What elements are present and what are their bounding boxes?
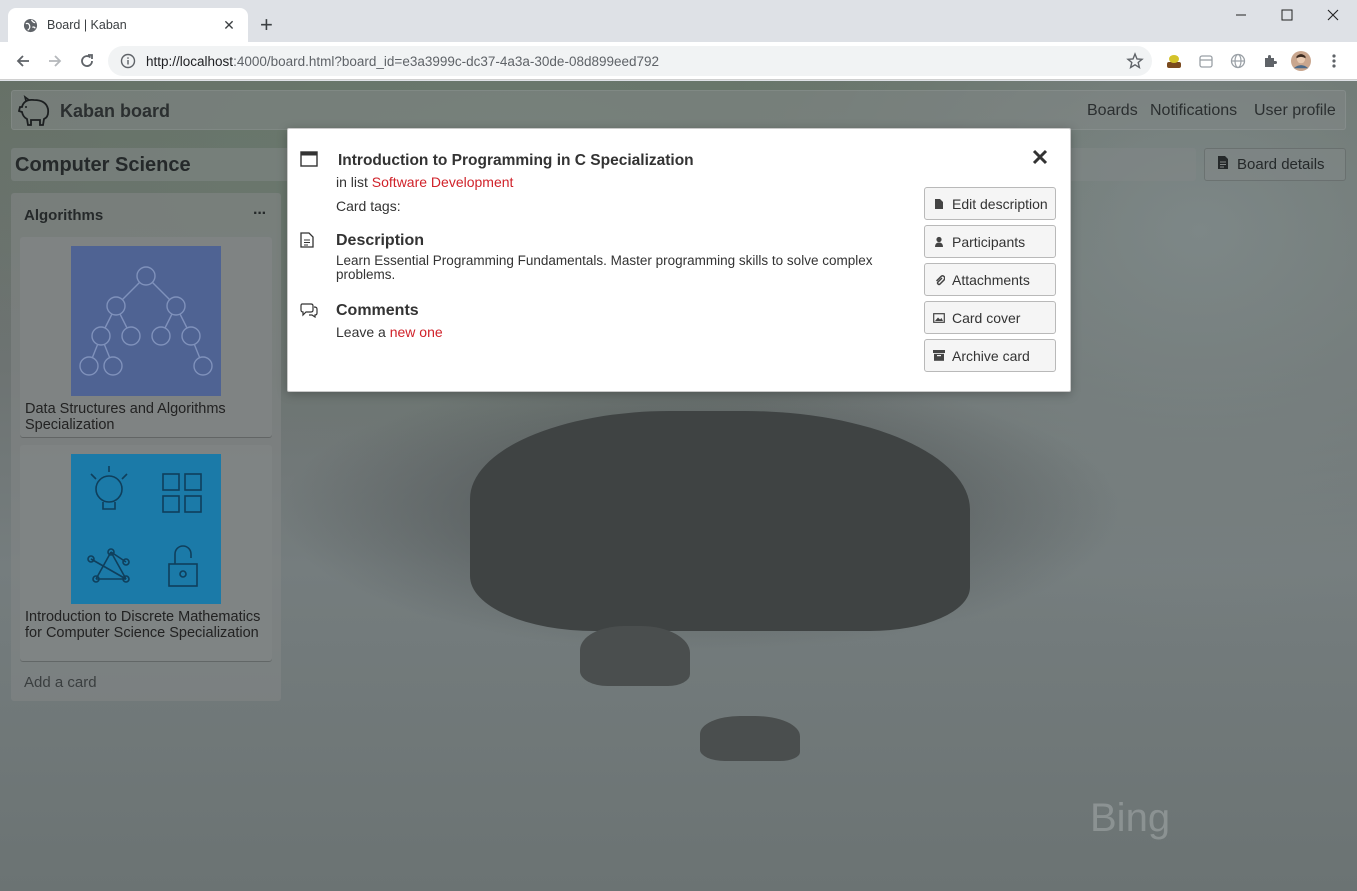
nav-boards[interactable]: Boards bbox=[1087, 102, 1138, 120]
description-heading: Description bbox=[336, 232, 425, 249]
list-link[interactable]: Software Development bbox=[372, 174, 514, 190]
maximize-icon[interactable] bbox=[1264, 0, 1310, 30]
bing-watermark: Bing bbox=[1090, 796, 1171, 840]
archive-card-button[interactable]: Archive card bbox=[924, 339, 1056, 372]
background-rock bbox=[700, 716, 800, 761]
card-cover-button[interactable]: Card cover bbox=[924, 301, 1056, 334]
new-tab-button[interactable]: + bbox=[260, 14, 273, 36]
card-tags-label: Card tags: bbox=[336, 198, 401, 214]
tab-close-icon[interactable]: ✕ bbox=[220, 17, 238, 34]
list-column: Algorithms ··· Data Structures and Algor… bbox=[11, 193, 281, 701]
close-icon[interactable] bbox=[1032, 149, 1050, 167]
browser-tab[interactable]: Board | Kaban ✕ bbox=[8, 8, 248, 42]
leave-comment-text: Leave a new one bbox=[336, 324, 443, 340]
minimize-icon[interactable] bbox=[1218, 0, 1264, 30]
list-card[interactable]: Introduction to Discrete Mathematics for… bbox=[20, 445, 272, 661]
paperclip-icon bbox=[933, 274, 945, 286]
attachments-button[interactable]: Attachments bbox=[924, 263, 1056, 296]
file-icon bbox=[933, 198, 945, 210]
site-info-icon[interactable] bbox=[120, 53, 136, 69]
tab-title: Board | Kaban bbox=[47, 18, 127, 32]
add-card-button[interactable]: Add a card bbox=[24, 674, 97, 691]
url-text: http://localhost:4000/board.html?board_i… bbox=[146, 53, 660, 69]
edit-description-button[interactable]: Edit description bbox=[924, 187, 1056, 220]
description-doc-icon bbox=[300, 232, 318, 250]
user-icon bbox=[933, 236, 945, 248]
list-title[interactable]: Algorithms bbox=[24, 207, 103, 224]
browser-tabstrip: Board | Kaban ✕ + bbox=[0, 0, 1357, 42]
extension-globe-icon[interactable] bbox=[1228, 51, 1248, 71]
bookmark-star-icon[interactable] bbox=[1126, 52, 1144, 70]
image-icon bbox=[933, 312, 945, 324]
card-window-icon bbox=[300, 151, 318, 169]
list-menu-icon[interactable]: ··· bbox=[253, 205, 267, 223]
tree-cover-icon bbox=[71, 246, 221, 396]
browser-toolbar: http://localhost:4000/board.html?board_i… bbox=[0, 42, 1357, 80]
archive-icon bbox=[933, 350, 945, 362]
back-arrow-icon[interactable] bbox=[11, 49, 35, 73]
kaban-logo-icon[interactable] bbox=[17, 95, 52, 127]
board-details-button[interactable]: Board details bbox=[1204, 148, 1346, 181]
comments-icon bbox=[300, 302, 318, 320]
card-title: Data Structures and Algorithms Specializ… bbox=[25, 401, 226, 433]
board-details-label: Board details bbox=[1237, 156, 1325, 173]
app-brand[interactable]: Kaban board bbox=[60, 101, 170, 122]
profile-avatar[interactable] bbox=[1291, 51, 1311, 71]
extension-plant-icon[interactable] bbox=[1164, 51, 1184, 71]
document-icon bbox=[1217, 155, 1229, 174]
nav-notifications[interactable]: Notifications bbox=[1150, 102, 1237, 120]
close-window-icon[interactable] bbox=[1310, 0, 1356, 30]
reload-icon[interactable] bbox=[75, 49, 99, 73]
nav-user-profile[interactable]: User profile bbox=[1254, 102, 1336, 120]
in-list-text: in list Software Development bbox=[336, 174, 514, 190]
card-title-heading[interactable]: Introduction to Programming in C Special… bbox=[338, 152, 694, 170]
globe-icon bbox=[22, 17, 38, 33]
page-viewport: Bing Kaban board Boards Notifications Us… bbox=[0, 81, 1357, 891]
list-card[interactable]: Data Structures and Algorithms Specializ… bbox=[20, 237, 272, 437]
card-title: Introduction to Discrete Mathematics for… bbox=[25, 609, 261, 641]
extensions-puzzle-icon[interactable] bbox=[1260, 51, 1280, 71]
description-text: Learn Essential Programming Fundamentals… bbox=[336, 253, 873, 282]
background-rock bbox=[580, 626, 690, 686]
address-bar[interactable]: http://localhost:4000/board.html?board_i… bbox=[108, 46, 1152, 76]
card-detail-modal: Introduction to Programming in C Special… bbox=[287, 128, 1071, 392]
board-title[interactable]: Computer Science bbox=[15, 154, 191, 177]
participants-button[interactable]: Participants bbox=[924, 225, 1056, 258]
browser-menu-icon[interactable] bbox=[1324, 51, 1344, 71]
background-rock bbox=[470, 411, 970, 631]
discrete-math-cover-icon bbox=[71, 454, 221, 604]
comments-heading: Comments bbox=[336, 302, 419, 319]
extension-archive-icon[interactable] bbox=[1196, 51, 1216, 71]
app-header: Kaban board Boards Notifications User pr… bbox=[11, 90, 1346, 130]
new-comment-link[interactable]: new one bbox=[390, 324, 443, 340]
forward-arrow-icon[interactable] bbox=[43, 49, 67, 73]
